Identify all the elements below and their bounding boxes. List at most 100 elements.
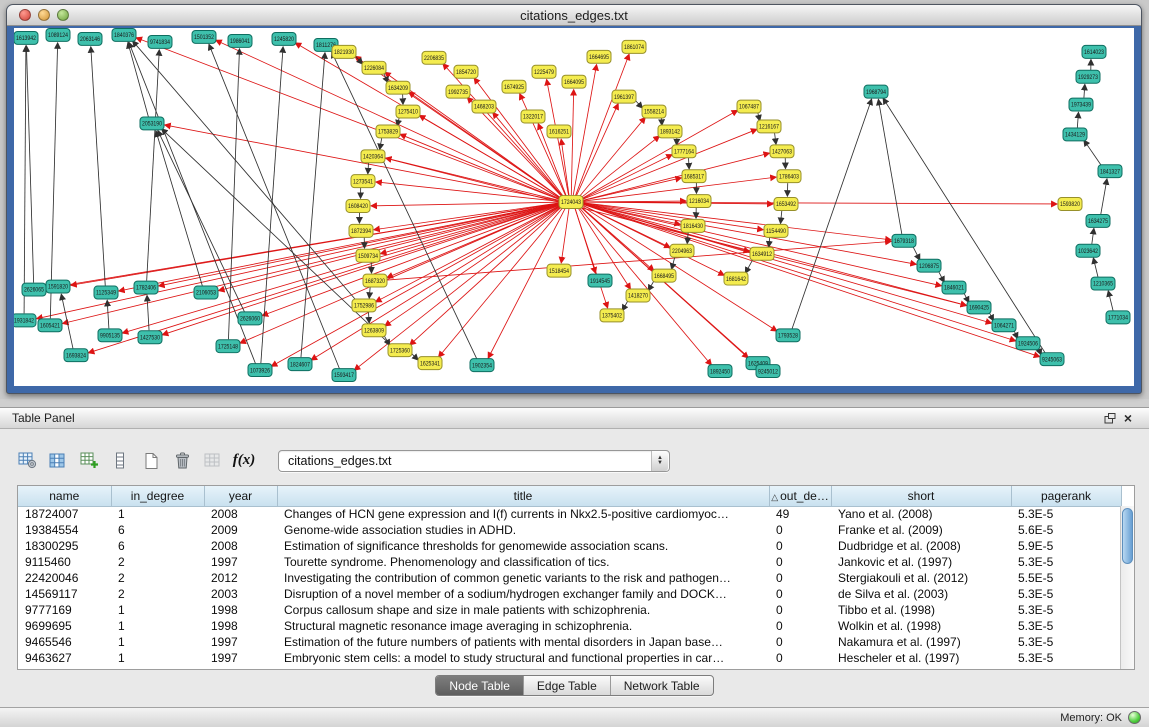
graph-node[interactable]: 1634912 (750, 247, 774, 260)
table-row[interactable]: 1456911722003Disruption of a novel membe… (18, 586, 1121, 602)
graph-node[interactable]: 1861074 (622, 40, 646, 53)
table-row[interactable]: 969969511998Structural magnetic resonanc… (18, 618, 1121, 634)
graph-node[interactable]: 1986041 (228, 34, 252, 47)
graph-node[interactable]: 9245012 (756, 365, 780, 378)
graph-node[interactable]: 2626065 (22, 283, 46, 296)
graph-node[interactable]: 1786403 (777, 170, 801, 183)
graph-node[interactable]: 1614023 (1082, 45, 1106, 58)
window-zoom-button[interactable] (57, 9, 69, 21)
graph-node[interactable]: 9905135 (98, 329, 122, 342)
graph-node[interactable]: 1089124 (46, 28, 70, 41)
graph-node[interactable]: 1322017 (521, 110, 545, 123)
graph-node[interactable]: 1216167 (757, 120, 781, 133)
graph-node[interactable]: 2206835 (422, 51, 446, 64)
graph-node[interactable]: 1681642 (724, 272, 748, 285)
graph-node[interactable]: 1275410 (396, 105, 420, 118)
table-row[interactable]: 911546021997Tourette syndrome. Phenomeno… (18, 554, 1121, 570)
scrollbar-thumb[interactable] (1122, 508, 1133, 564)
graph-node[interactable]: 1668495 (652, 269, 676, 282)
float-panel-icon[interactable] (1101, 410, 1119, 426)
graph-node[interactable]: 1427063 (770, 145, 794, 158)
citation-graph[interactable]: 1613942108912420631461840376974183415013… (14, 28, 1134, 386)
graph-node[interactable]: 1664095 (562, 75, 586, 88)
network-canvas[interactable]: 1613942108912420631461840376974183415013… (14, 28, 1134, 386)
graph-node[interactable]: 2053190 (140, 117, 164, 130)
graph-node[interactable]: 1824607 (288, 358, 312, 371)
table-row[interactable]: 946554611997Estimation of the future num… (18, 634, 1121, 650)
graph-node[interactable]: 1782406 (134, 281, 158, 294)
graph-node[interactable]: 9245063 (1040, 353, 1064, 366)
graph-node[interactable]: 1753829 (376, 125, 400, 138)
graph-node[interactable]: 1841327 (1098, 165, 1122, 178)
graph-node[interactable]: 1777164 (672, 145, 696, 158)
graph-node[interactable]: 1924506 (1016, 337, 1040, 350)
graph-node[interactable]: 1605421 (38, 319, 62, 332)
graph-node[interactable]: 1608420 (346, 200, 370, 213)
graph-node[interactable]: 1210365 (1091, 277, 1115, 290)
graph-node[interactable]: 2204963 (670, 244, 694, 257)
graph-node[interactable]: 1821930 (332, 45, 356, 58)
table-row[interactable]: 946362711997Embryonic stem cells: a mode… (18, 650, 1121, 666)
graph-node[interactable]: 1892450 (708, 365, 732, 378)
table-row[interactable]: 1938455462009Genome-wide association stu… (18, 522, 1121, 538)
graph-node[interactable]: 1961397 (612, 90, 636, 103)
tab-node-table[interactable]: Node Table (436, 676, 523, 695)
graph-node[interactable]: 1902354 (470, 359, 494, 372)
graph-node[interactable]: 1226084 (362, 61, 386, 74)
table-selector-dropdown[interactable]: citations_edges.txt ▲▼ (278, 450, 670, 472)
graph-node[interactable]: 1616251 (547, 125, 571, 138)
graph-node[interactable]: 2106053 (194, 286, 218, 299)
row-options-button[interactable] (107, 449, 133, 473)
graph-node[interactable]: 1206875 (917, 259, 941, 272)
graph-node[interactable]: 1893142 (658, 125, 682, 138)
graph-node[interactable]: 1725148 (216, 340, 240, 353)
graph-node[interactable]: 1518454 (547, 264, 571, 277)
graph-node[interactable]: 1427530 (138, 331, 162, 344)
table-row[interactable]: 1872400712008Changes of HCN gene express… (18, 506, 1121, 522)
graph-node[interactable]: 1434129 (1063, 128, 1087, 141)
graph-node[interactable]: 1973439 (1069, 98, 1093, 111)
column-header-out_de[interactable]: △out_de… (769, 486, 831, 506)
graph-node[interactable]: 1653492 (774, 198, 798, 211)
graph-node[interactable]: 1690425 (967, 301, 991, 314)
column-settings-button[interactable] (14, 449, 40, 473)
graph-node[interactable]: 1771034 (1106, 311, 1130, 324)
graph-node[interactable]: 1375402 (600, 309, 624, 322)
graph-node[interactable]: 1613942 (14, 31, 38, 44)
tab-edge-table[interactable]: Edge Table (523, 676, 610, 695)
table-row[interactable]: 977716911998Corpus callosum shape and si… (18, 602, 1121, 618)
graph-node[interactable]: 1263809 (362, 324, 386, 337)
graph-node[interactable]: 1687320 (363, 274, 387, 287)
column-header-year[interactable]: year (204, 486, 277, 506)
graph-node[interactable]: 1125349 (94, 286, 118, 299)
graph-node[interactable]: 1685317 (682, 170, 706, 183)
graph-node[interactable]: 1591820 (46, 280, 70, 293)
graph-node[interactable]: 1064271 (992, 319, 1016, 332)
graph-node[interactable]: 1854720 (454, 65, 478, 78)
graph-node[interactable]: 1752986 (352, 299, 376, 312)
graph-node[interactable]: 1245820 (272, 32, 296, 45)
delete-table-button[interactable] (169, 449, 195, 473)
table-row[interactable]: 1830029562008Estimation of significance … (18, 538, 1121, 554)
window-close-button[interactable] (19, 9, 31, 21)
graph-node[interactable]: 1073926 (248, 364, 272, 377)
graph-node[interactable]: 1846021 (942, 281, 966, 294)
graph-node[interactable]: 1664695 (587, 50, 611, 63)
select-columns-button[interactable] (45, 449, 71, 473)
tab-network-table[interactable]: Network Table (610, 676, 713, 695)
function-builder-button[interactable]: f(x) (231, 449, 257, 473)
new-table-button[interactable] (138, 449, 164, 473)
graph-node[interactable]: 1914545 (588, 274, 612, 287)
close-panel-button[interactable]: × (1119, 410, 1137, 426)
graph-node[interactable]: 1674925 (502, 80, 526, 93)
graph-node[interactable]: 1225479 (532, 65, 556, 78)
column-header-short[interactable]: short (831, 486, 1011, 506)
import-table-button[interactable] (200, 449, 226, 473)
graph-node[interactable]: 1273541 (351, 175, 375, 188)
graph-node[interactable]: 1154490 (764, 224, 788, 237)
memory-status-indicator[interactable] (1128, 711, 1141, 724)
graph-node[interactable]: 1509734 (356, 249, 380, 262)
column-header-pagerank[interactable]: pagerank (1011, 486, 1121, 506)
graph-node[interactable]: 1679318 (892, 234, 916, 247)
graph-node[interactable]: 1593417 (332, 369, 356, 382)
